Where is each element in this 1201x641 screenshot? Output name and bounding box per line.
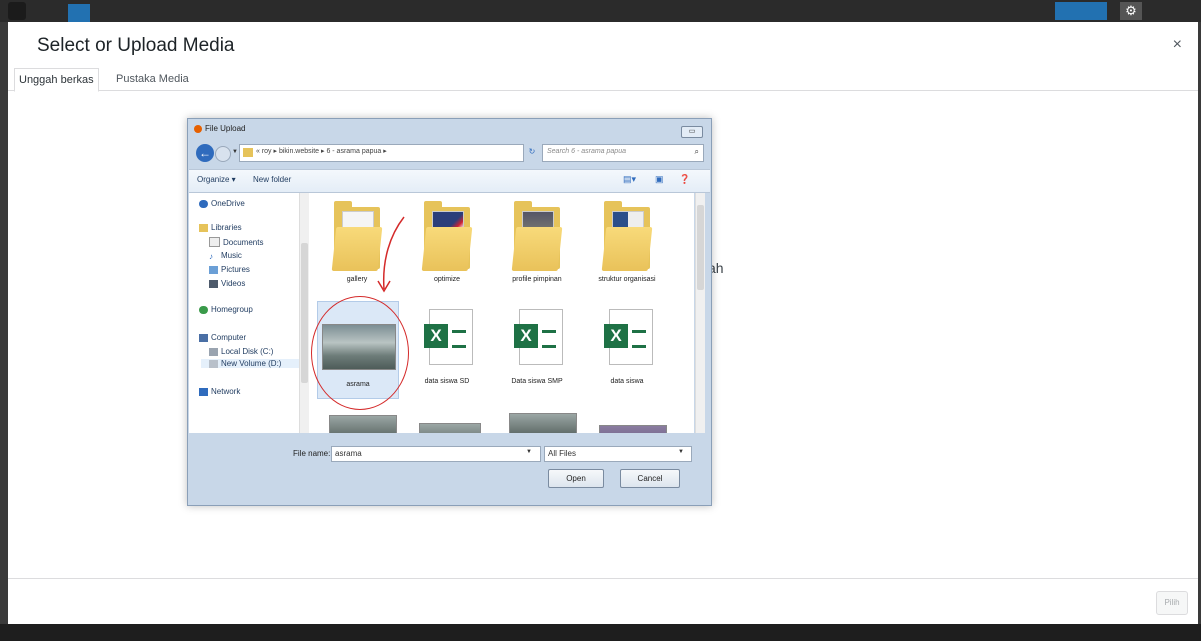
excel-icon: X	[424, 309, 473, 365]
folder-icon	[601, 201, 653, 271]
search-input[interactable]: Search 6 - asrama papua ⌕	[542, 144, 704, 162]
folder-icon	[511, 201, 563, 271]
file-item-asrama[interactable]: asrama	[317, 301, 399, 399]
drive-icon	[209, 359, 218, 368]
tree-item-libraries[interactable]: Libraries	[199, 223, 242, 232]
dialog-title: File Upload	[194, 124, 245, 133]
admin-bar-button	[68, 4, 90, 22]
close-icon[interactable]: ×	[1173, 36, 1182, 54]
organize-menu[interactable]: Organize ▾	[197, 175, 236, 184]
folder-item-optimize[interactable]: optimize	[407, 195, 487, 295]
excel-icon: X	[604, 309, 653, 365]
tree-item-onedrive[interactable]: OneDrive	[199, 199, 245, 208]
image-thumbnail[interactable]	[599, 425, 667, 433]
modal-footer: Pilih	[8, 578, 1198, 625]
view-options-icon[interactable]: ▤▾	[623, 174, 636, 185]
file-item-data-siswa-sd[interactable]: X data siswa SD	[407, 301, 487, 401]
video-icon	[209, 279, 218, 288]
pictures-icon	[209, 265, 218, 274]
modal-tabs: Unggah berkas Pustaka Media	[8, 68, 1198, 92]
publish-button	[1055, 2, 1107, 20]
file-name-input[interactable]: asrama	[331, 446, 541, 462]
tree-item-documents[interactable]: Documents	[209, 237, 263, 247]
file-label: gallery	[346, 276, 368, 283]
history-dropdown-icon[interactable]: ▼	[232, 149, 238, 155]
back-arrow-icon[interactable]: ←	[196, 144, 214, 162]
folder-icon	[421, 201, 473, 271]
file-item-data-siswa[interactable]: X data siswa	[587, 301, 667, 401]
address-bar[interactable]: « roy ▸ bikin.website ▸ 6 - asrama papua…	[239, 144, 557, 162]
address-path: « roy ▸ bikin.website ▸ 6 - asrama papua…	[256, 148, 387, 155]
file-label: optimize	[433, 276, 461, 283]
image-thumbnail[interactable]	[329, 415, 397, 433]
dialog-close-button[interactable]: ▭	[681, 126, 703, 138]
network-icon	[199, 387, 208, 396]
file-label: asrama	[346, 381, 370, 388]
tree-item-music[interactable]: ♪ Music	[209, 251, 242, 261]
music-icon: ♪	[209, 251, 213, 261]
file-list-scrollbar[interactable]	[695, 193, 705, 433]
homegroup-icon	[199, 305, 208, 314]
library-icon	[199, 223, 208, 232]
navigation-bar: ← ▼ « roy ▸ bikin.website ▸ 6 - asrama p…	[194, 143, 705, 163]
tree-item-local-disk[interactable]: Local Disk (C:)	[209, 347, 273, 356]
firefox-icon	[194, 124, 202, 133]
tree-item-pictures[interactable]: Pictures	[209, 265, 250, 274]
file-upload-dialog: File Upload ▭ ← ▼ « roy ▸ bikin.website …	[187, 118, 712, 506]
cancel-button[interactable]: Cancel	[620, 469, 680, 488]
forward-arrow-icon[interactable]	[215, 146, 231, 162]
tree-item-computer[interactable]: Computer	[199, 333, 246, 342]
folder-icon	[331, 201, 383, 271]
folder-icon	[243, 148, 253, 157]
folder-item-profile-pimpinan[interactable]: profile pimpinan	[497, 195, 577, 295]
file-label: Data siswa SMP	[511, 378, 563, 385]
tree-item-new-volume[interactable]: New Volume (D:)	[201, 359, 303, 368]
refresh-icon[interactable]: ↻	[524, 144, 540, 160]
modal-title: Select or Upload Media	[37, 35, 235, 56]
file-item-data-siswa-smp[interactable]: X Data siswa SMP	[497, 301, 577, 401]
folder-item-struktur-organisasi[interactable]: struktur organisasi	[587, 195, 667, 295]
preview-pane-icon[interactable]: ▣	[655, 174, 664, 185]
file-type-select[interactable]: All Files	[544, 446, 692, 462]
wordpress-logo-icon	[8, 2, 26, 20]
drive-icon	[209, 347, 218, 356]
tree-scrollbar[interactable]	[299, 193, 309, 433]
image-thumbnail[interactable]	[509, 413, 577, 433]
image-thumbnail	[322, 324, 396, 370]
tab-media-library[interactable]: Pustaka Media	[112, 68, 193, 90]
file-label: profile pimpinan	[512, 276, 562, 283]
file-name-dropdown-icon[interactable]: ▼	[526, 449, 532, 455]
excel-icon: X	[514, 309, 563, 365]
tree-item-network[interactable]: Network	[199, 387, 240, 396]
computer-icon	[199, 333, 208, 342]
dialog-title-text: File Upload	[205, 124, 246, 133]
search-placeholder: Search 6 - asrama papua	[547, 148, 626, 155]
search-icon: ⌕	[694, 147, 699, 156]
tree-item-videos[interactable]: Videos	[209, 279, 245, 288]
help-icon[interactable]: ❓	[679, 174, 690, 185]
dialog-toolbar: Organize ▾ New folder ▤▾ ▣ ❓	[189, 169, 710, 193]
cloud-icon	[199, 199, 208, 208]
document-icon	[209, 237, 220, 247]
page-background	[0, 624, 1201, 641]
admin-bar	[0, 0, 1201, 22]
file-label: struktur organisasi	[598, 276, 656, 283]
tree-item-homegroup[interactable]: Homegroup	[199, 305, 253, 314]
new-folder-button[interactable]: New folder	[253, 175, 291, 184]
file-type-dropdown-icon[interactable]: ▼	[678, 449, 684, 455]
tab-upload-files[interactable]: Unggah berkas	[14, 68, 99, 92]
navigation-tree: OneDrive Libraries Documents ♪ Music Pict…	[189, 193, 303, 433]
file-name-label: File name:	[293, 449, 331, 458]
select-button[interactable]: Pilih	[1156, 591, 1188, 615]
open-button[interactable]: Open	[548, 469, 604, 488]
file-label: data siswa SD	[424, 378, 470, 385]
file-list: gallery optimize profile pimpinan strukt…	[309, 193, 694, 433]
image-thumbnail[interactable]	[419, 423, 481, 433]
tree-scrollbar-thumb[interactable]	[301, 243, 308, 383]
gear-icon: ⚙	[1120, 2, 1142, 20]
folder-item-gallery[interactable]: gallery	[317, 195, 397, 295]
file-label: data siswa	[610, 378, 644, 385]
file-list-scrollbar-thumb[interactable]	[697, 205, 704, 290]
